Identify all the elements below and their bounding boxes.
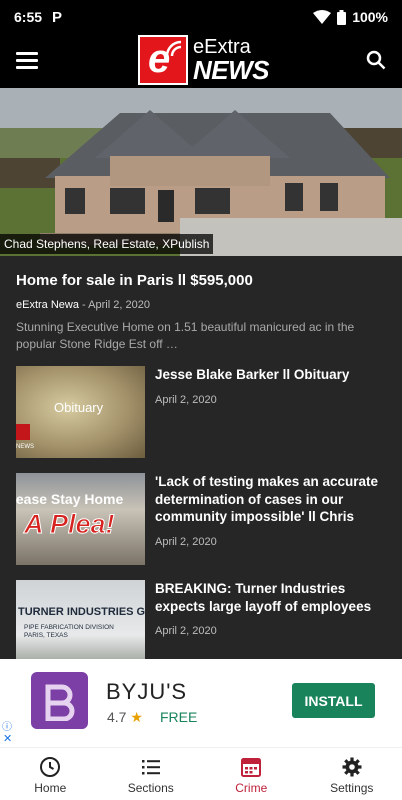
app-bar: e eExtra NEWS — [0, 34, 402, 88]
thumbnail-text: lease Stay Home — [16, 491, 124, 507]
ad-info-icon[interactable]: ⓘ — [2, 718, 12, 733]
nav-label: Sections — [127, 781, 174, 795]
logo-text-news: NEWS — [193, 55, 270, 85]
logo-text-eextra: eExtra — [193, 36, 251, 58]
list-item[interactable]: Obituary NEWS Jesse Blake Barker ll Obit… — [0, 366, 402, 461]
article-thumbnail[interactable]: Obituary NEWS — [16, 366, 145, 458]
thumbnail-text: A Plea! — [24, 509, 116, 540]
featured-date: April 2, 2020 — [88, 299, 150, 311]
house-illustration — [0, 88, 402, 256]
wifi-icon — [313, 10, 332, 24]
nav-settings[interactable]: Settings — [302, 748, 402, 800]
thumbnail-text: TURNER INDUSTRIES GROUP — [18, 606, 145, 618]
featured-article-meta: eExtra Newa - April 2, 2020 — [16, 299, 150, 311]
article-date: April 2, 2020 — [155, 625, 217, 637]
article-thumbnail[interactable]: lease Stay Home A Plea! — [16, 473, 145, 565]
ad-app-logo[interactable] — [31, 672, 88, 729]
list-icon — [141, 760, 160, 775]
bottom-navigation: Home Sections Crime Settings — [0, 747, 402, 800]
svg-text:NEWS: NEWS — [16, 444, 34, 450]
featured-author: eExtra Newa — [16, 299, 79, 311]
byjus-b-icon — [45, 684, 74, 721]
app-logo[interactable]: e eExtra NEWS — [138, 34, 270, 86]
hero-image[interactable]: Chad Stephens, Real Estate, XPublish — [0, 88, 402, 256]
gear-icon — [342, 757, 362, 777]
ad-app-name[interactable]: BYJU'S — [106, 679, 187, 705]
list-item[interactable]: TURNER INDUSTRIES GROUP PIPE FABRICATION… — [0, 580, 402, 659]
featured-article-title[interactable]: Home for sale in Paris ll $595,000 — [16, 272, 253, 289]
star-icon: ★ — [130, 709, 143, 725]
thumbnail-text: PARIS, TEXAS — [24, 632, 68, 639]
ad-close-icon[interactable]: ✕ — [3, 732, 12, 745]
article-title[interactable]: Jesse Blake Barker ll Obituary — [155, 366, 391, 384]
parking-app-icon: P — [52, 8, 63, 26]
thumbnail-text: PIPE FABRICATION DIVISION — [24, 624, 114, 631]
battery-percent: 100% — [352, 9, 388, 25]
thumbnail-text: Obituary — [54, 400, 104, 415]
article-date: April 2, 2020 — [155, 394, 217, 406]
status-time: 6:55 — [14, 9, 43, 25]
battery-icon — [337, 9, 347, 25]
calendar-icon — [241, 758, 262, 777]
article-feed: Home for sale in Paris ll $595,000 eExtr… — [0, 256, 402, 659]
clock-icon — [40, 757, 61, 777]
article-thumbnail[interactable]: TURNER INDUSTRIES GROUP PIPE FABRICATION… — [16, 580, 145, 659]
featured-excerpt: Stunning Executive Home on 1.51 beautifu… — [16, 320, 355, 351]
menu-icon[interactable] — [16, 52, 38, 69]
article-title[interactable]: BREAKING: Turner Industries expects larg… — [155, 580, 391, 615]
nav-label: Settings — [330, 781, 374, 795]
hero-photo-credit: Chad Stephens, Real Estate, XPublish — [0, 234, 214, 254]
article-date: April 2, 2020 — [155, 536, 217, 548]
nav-home[interactable]: Home — [0, 748, 101, 800]
ad-banner[interactable]: BYJU'S 4.7 ★ FREE INSTALL ⓘ ✕ — [0, 659, 402, 747]
status-bar: 6:55 P 100% — [0, 0, 402, 34]
ad-price: FREE — [160, 709, 198, 725]
list-item[interactable]: lease Stay Home A Plea! 'Lack of testing… — [0, 473, 402, 568]
ad-rating: 4.7 ★ — [107, 709, 143, 725]
article-title[interactable]: 'Lack of testing makes an accurate deter… — [155, 473, 391, 526]
logo-e-badge: e — [138, 35, 188, 85]
search-icon[interactable] — [366, 50, 386, 70]
nav-crime[interactable]: Crime — [201, 748, 302, 800]
nav-label: Crime — [235, 781, 268, 795]
nav-sections[interactable]: Sections — [101, 748, 202, 800]
nav-label: Home — [34, 781, 67, 795]
install-button[interactable]: INSTALL — [292, 683, 375, 718]
